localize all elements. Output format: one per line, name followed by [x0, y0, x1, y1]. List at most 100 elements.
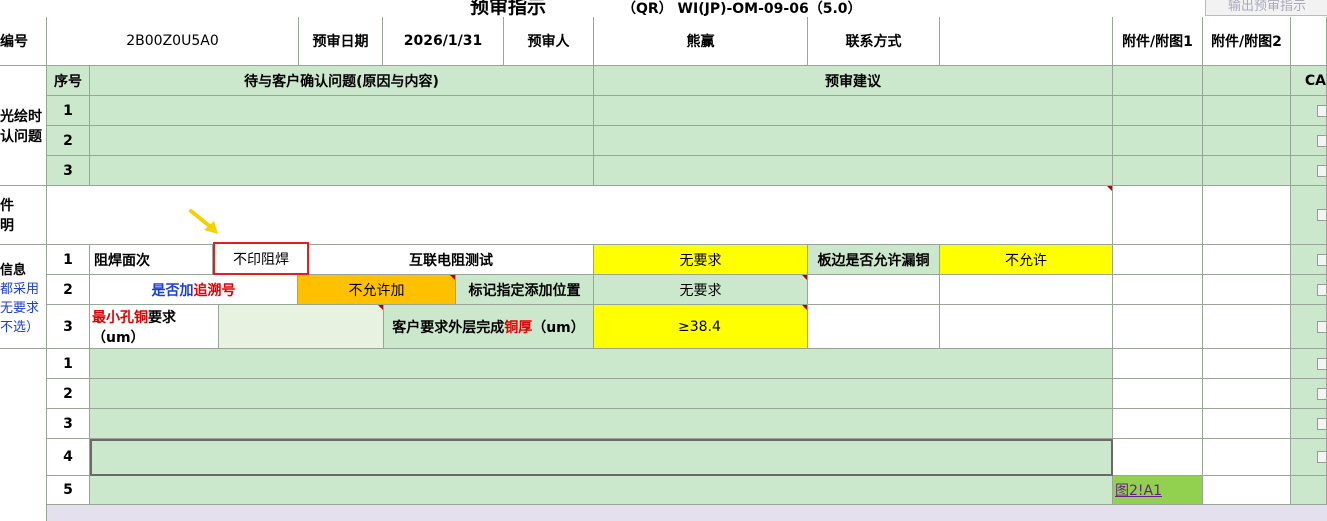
question-attach1-cell[interactable] [1113, 156, 1203, 186]
attach1-label: 附件/附图1 [1113, 17, 1203, 66]
note-far-cell[interactable] [1291, 186, 1327, 245]
extra-far-cell[interactable] [1291, 379, 1327, 409]
export-button[interactable]: 输出预审指示 [1205, 0, 1327, 16]
min-hole-copper-label: 最小孔铜要求 （um） [90, 305, 219, 349]
checkbox[interactable] [1317, 451, 1326, 463]
info-attach2-cell[interactable] [1203, 275, 1291, 305]
info-attach2-cell[interactable] [1203, 245, 1291, 275]
outer-copper-label-red: 铜厚 [504, 319, 533, 336]
info-attach1-cell[interactable] [1113, 275, 1203, 305]
solder-mask-value[interactable]: 不印阻焊 [213, 242, 309, 275]
extra-side-cell [0, 349, 47, 521]
resistance-test-value[interactable]: 无要求 [594, 245, 808, 275]
checkbox[interactable] [1317, 387, 1326, 400]
min-hole-copper-label-prefix: 最小孔铜 [92, 309, 148, 326]
extra-far-cell[interactable] [1291, 349, 1327, 379]
info-empty-cell[interactable] [940, 305, 1113, 349]
extra-row-cell-selected[interactable] [90, 439, 1113, 476]
seq-header: 序号 [47, 66, 90, 96]
extra-attach2-cell[interactable] [1203, 379, 1291, 409]
reviewer-value[interactable]: 熊赢 [594, 17, 808, 66]
edge-copper-label: 板边是否允许漏铜 [808, 245, 940, 275]
extra-row-no: 4 [47, 439, 90, 476]
min-hole-copper-label-line1: 最小孔铜要求 [92, 307, 176, 327]
note-side-label: 件 明 [0, 186, 47, 245]
question-far-cell[interactable] [1291, 156, 1327, 186]
checkbox[interactable] [1317, 104, 1326, 117]
question-suggest-cell[interactable] [594, 96, 1113, 126]
extra-attach1-cell[interactable] [1113, 349, 1203, 379]
question-issue-cell[interactable] [90, 156, 594, 186]
extra-row-cell[interactable] [90, 409, 1113, 439]
info-far-cell[interactable] [1291, 245, 1327, 275]
trace-number-value[interactable]: 不允许加 [298, 275, 456, 305]
min-hole-copper-value[interactable] [219, 305, 384, 349]
info-row-no: 1 [47, 245, 90, 275]
question-issue-cell[interactable] [90, 96, 594, 126]
question-issue-cell[interactable] [90, 126, 594, 156]
attach2-col [1203, 66, 1291, 96]
note-attach2-cell[interactable] [1203, 186, 1291, 245]
contact-label: 联系方式 [808, 17, 940, 66]
date-label: 预审日期 [299, 17, 383, 66]
question-attach2-cell[interactable] [1203, 156, 1291, 186]
attach1-col [1113, 66, 1203, 96]
far-cell [1291, 17, 1327, 66]
question-suggest-cell[interactable] [594, 156, 1113, 186]
extra-far-cell[interactable] [1291, 409, 1327, 439]
hyperlink[interactable]: 图2!A1 [1115, 480, 1162, 500]
extra-far-cell[interactable] [1291, 439, 1327, 476]
extra-row-cell[interactable] [90, 379, 1113, 409]
extra-attach2-cell[interactable] [1203, 349, 1291, 379]
question-attach1-cell[interactable] [1113, 96, 1203, 126]
extra-attach1-cell[interactable] [1113, 439, 1203, 476]
info-empty-cell[interactable] [940, 275, 1113, 305]
checkbox[interactable] [1317, 164, 1326, 177]
hyperlink-cell[interactable]: 图2!A1 [1113, 476, 1203, 505]
checkbox[interactable] [1317, 134, 1326, 147]
edge-copper-value[interactable]: 不允许 [940, 245, 1113, 275]
outer-copper-thickness-value[interactable]: ≥38.4 [594, 305, 808, 349]
info-attach1-cell[interactable] [1113, 245, 1203, 275]
info-far-cell[interactable] [1291, 305, 1327, 349]
extra-row-no: 3 [47, 409, 90, 439]
reviewer-label: 预审人 [504, 17, 594, 66]
doc-code: （QR） WI(JP)-OM-09-06（5.0） [622, 1, 862, 17]
extra-far-cell[interactable] [1291, 476, 1327, 505]
contact-value[interactable] [940, 17, 1113, 66]
checkbox[interactable] [1317, 320, 1326, 333]
info-far-cell[interactable] [1291, 275, 1327, 305]
question-far-cell[interactable] [1291, 96, 1327, 126]
info-empty-cell[interactable] [808, 275, 940, 305]
extra-attach1-cell[interactable] [1113, 409, 1203, 439]
checkbox[interactable] [1317, 357, 1326, 370]
info-empty-cell[interactable] [808, 305, 940, 349]
question-attach1-cell[interactable] [1113, 126, 1203, 156]
extra-row-cell[interactable] [90, 476, 1113, 505]
trace-number-label: 是否加 追溯号 [90, 275, 298, 305]
outer-copper-thickness-label: 客户要求外层完成 铜厚 （um） [384, 305, 594, 349]
mark-position-value[interactable]: 无要求 [594, 275, 808, 305]
checkbox[interactable] [1317, 283, 1326, 296]
date-value[interactable]: 2026/1/31 [383, 17, 504, 66]
question-attach2-cell[interactable] [1203, 126, 1291, 156]
note-attach1-cell[interactable] [1113, 186, 1203, 245]
code-value[interactable]: 2B00Z0U5A0 [47, 17, 299, 66]
question-far-cell[interactable] [1291, 126, 1327, 156]
extra-attach2-cell[interactable] [1203, 409, 1291, 439]
extra-attach2-cell[interactable] [1203, 439, 1291, 476]
extra-attach2-cell[interactable] [1203, 476, 1291, 505]
bottom-strip [47, 505, 1327, 521]
info-attach2-cell[interactable] [1203, 305, 1291, 349]
info-attach1-cell[interactable] [1113, 305, 1203, 349]
question-suggest-cell[interactable] [594, 126, 1113, 156]
extra-attach1-cell[interactable] [1113, 379, 1203, 409]
question-attach2-cell[interactable] [1203, 96, 1291, 126]
checkbox[interactable] [1317, 417, 1326, 430]
checkbox[interactable] [1317, 253, 1326, 266]
note-side-label-line2: 明 [0, 218, 14, 234]
checkbox[interactable] [1317, 209, 1326, 221]
question-side-label-line2: 认问题 [0, 128, 42, 145]
extra-row-no: 2 [47, 379, 90, 409]
extra-row-cell[interactable] [90, 349, 1113, 379]
